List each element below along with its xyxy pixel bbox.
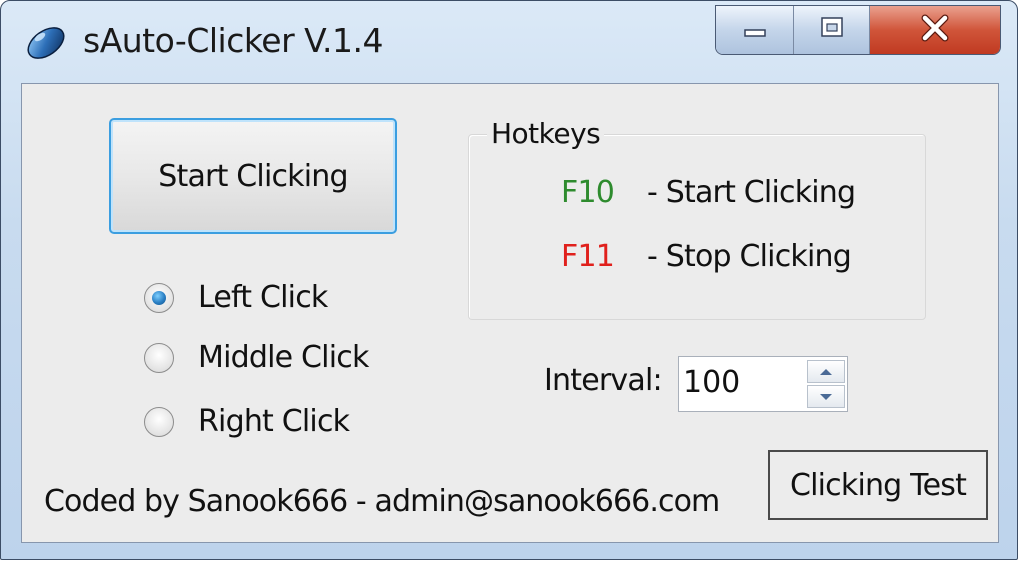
client-area: Start Clicking Left Click Middle Click R… [21, 83, 999, 543]
caption-buttons [715, 5, 1001, 55]
spin-down-button[interactable] [807, 385, 845, 408]
hotkey-description: - Start Clicking [647, 175, 856, 210]
window-title: sAuto-Clicker V.1.4 [83, 21, 383, 60]
radio-left-click[interactable]: Left Click [144, 280, 328, 315]
hotkey-row-start: F10 - Start Clicking [561, 175, 856, 210]
clicking-test-button[interactable]: Clicking Test [768, 450, 988, 520]
spin-up-button[interactable] [807, 360, 845, 383]
minimize-button[interactable] [716, 6, 794, 54]
radio-right-click[interactable]: Right Click [144, 404, 350, 439]
close-button[interactable] [870, 6, 1000, 54]
radio-label: Left Click [198, 280, 328, 315]
interval-input[interactable]: 100 [683, 365, 740, 400]
radio-label: Middle Click [198, 340, 369, 375]
chevron-up-icon [819, 365, 833, 379]
start-clicking-button[interactable]: Start Clicking [109, 118, 397, 234]
radio-button[interactable] [144, 406, 174, 437]
maximize-icon [817, 15, 847, 46]
chevron-down-icon [819, 390, 833, 404]
spin-buttons [807, 359, 845, 409]
hotkey-description: - Stop Clicking [647, 239, 852, 274]
radio-button[interactable] [144, 342, 174, 373]
interval-stepper[interactable]: 100 [678, 356, 848, 412]
radio-middle-click[interactable]: Middle Click [144, 340, 369, 375]
hotkeys-group: Hotkeys F10 - Start Clicking F11 - Stop … [468, 117, 926, 320]
hotkeys-legend: Hotkeys [487, 117, 605, 150]
interval-label: Interval: [544, 363, 663, 398]
title-bar[interactable]: sAuto-Clicker V.1.4 [1, 1, 1017, 81]
radio-button[interactable] [144, 282, 174, 313]
close-icon [918, 14, 952, 47]
mouse-icon [23, 23, 69, 63]
hotkey-row-stop: F11 - Stop Clicking [561, 239, 852, 274]
maximize-button[interactable] [794, 6, 870, 54]
hotkey-key: F10 [561, 175, 615, 210]
radio-selected-dot [152, 290, 166, 305]
credits-text: Coded by Sanook666 - admin@sanook666.com [44, 484, 720, 519]
radio-label: Right Click [198, 404, 350, 439]
app-window: sAuto-Clicker V.1.4 Start Clicking Left … [0, 0, 1018, 560]
hotkey-key: F11 [561, 239, 615, 274]
minimize-icon [740, 18, 770, 43]
